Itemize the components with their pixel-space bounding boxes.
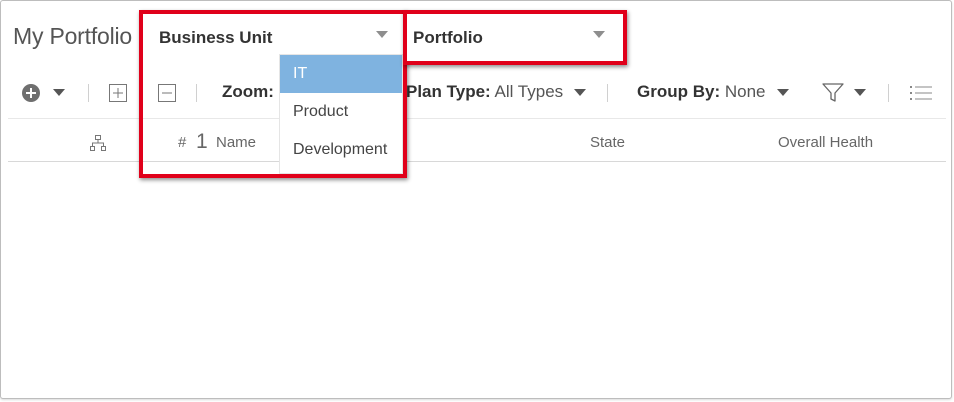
filter-button[interactable] [822,82,868,104]
toolbar-divider [888,84,889,102]
column-header-state[interactable]: State [590,134,625,151]
portfolio-label: Portfolio [413,28,483,47]
plan-type-dropdown[interactable]: Plan Type: All Types [406,82,563,102]
column-header-overall-health[interactable]: Overall Health [778,134,873,151]
menu-item-product[interactable]: Product [280,93,402,131]
toolbar-divider [88,84,89,102]
group-by-dropdown[interactable]: Group By: None [637,82,765,102]
business-unit-dropdown[interactable]: Business Unit [143,14,403,58]
list-icon[interactable] [910,85,932,101]
chevron-down-icon[interactable] [574,89,586,97]
chevron-down-icon [593,31,605,38]
menu-item-development[interactable]: Development [280,131,402,169]
page-title: My Portfolio [13,23,133,49]
expand-all-icon[interactable] [109,84,127,102]
portfolio-dropdown[interactable]: Portfolio [403,10,627,65]
chevron-down-icon [854,89,866,96]
chevron-down-icon [53,89,65,96]
add-circle-icon [22,84,40,102]
add-button[interactable] [22,84,67,102]
chevron-down-icon [376,31,388,38]
filter-icon [822,83,844,102]
toolbar-divider [607,84,608,102]
plan-type-label: Plan Type: [406,82,491,101]
menu-item-it[interactable]: IT [280,55,402,93]
business-unit-label: Business Unit [159,28,273,47]
group-by-value: None [724,82,766,101]
group-by-label: Group By: [637,82,721,101]
chevron-down-icon[interactable] [777,89,789,97]
plan-type-value: All Types [494,82,564,101]
hierarchy-icon[interactable] [90,135,106,151]
business-unit-menu: IT Product Development [279,54,403,174]
